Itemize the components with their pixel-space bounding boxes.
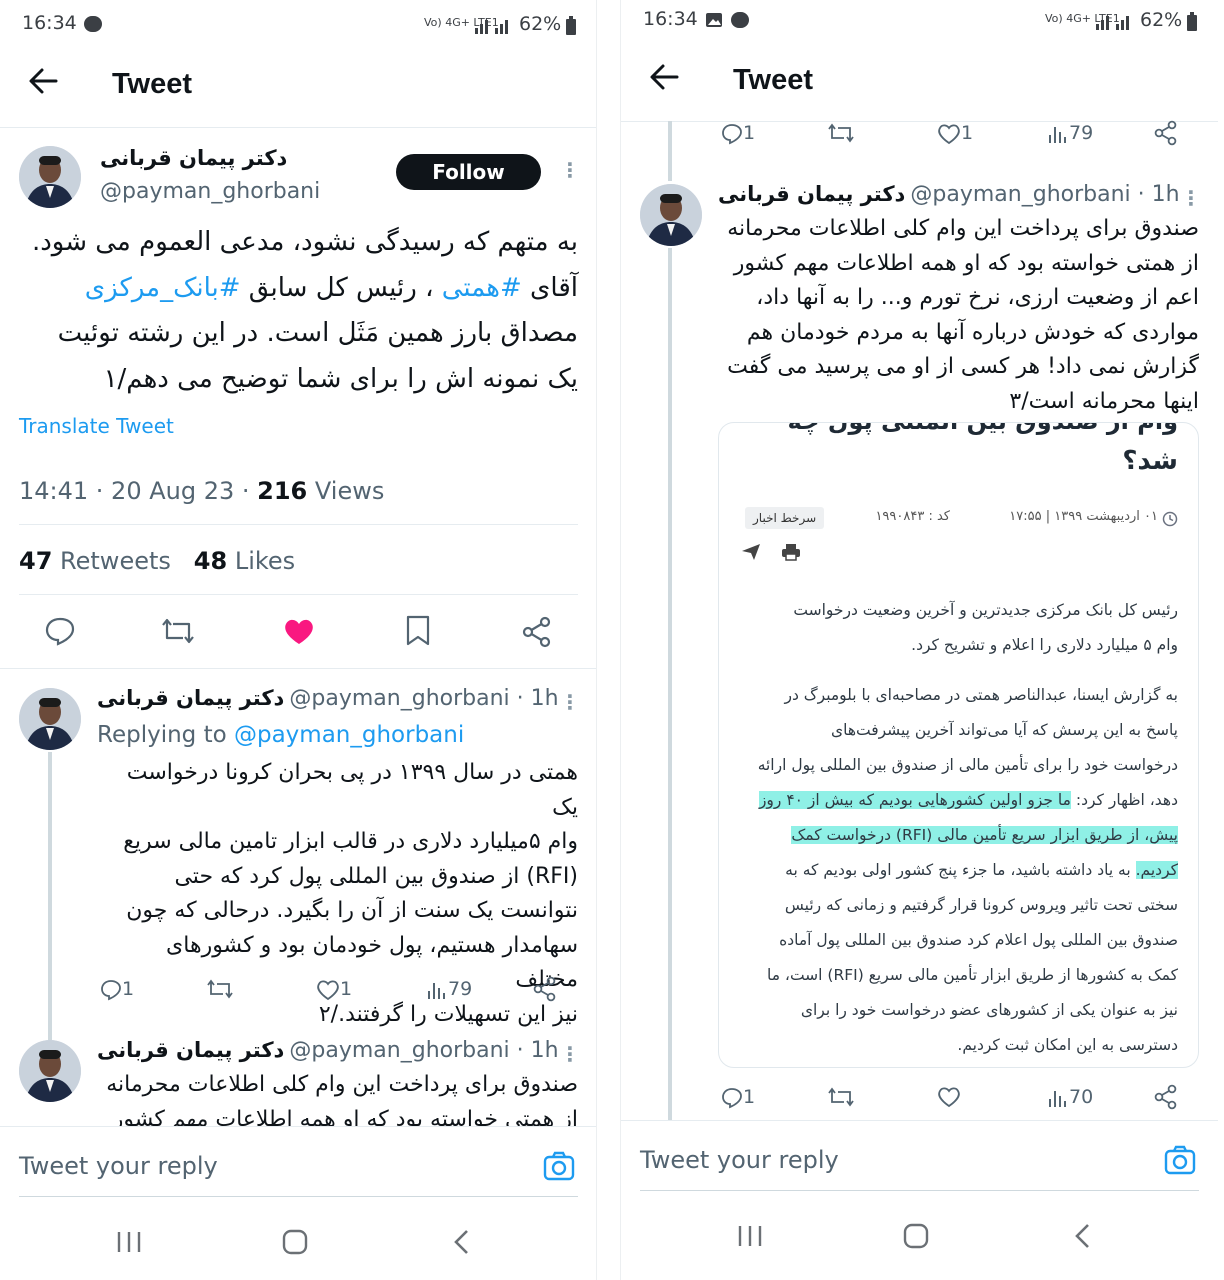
send-icon [741, 543, 761, 565]
author-name[interactable]: دکتر پیمان قربانی [97, 686, 284, 710]
page-title: Tweet [112, 68, 193, 100]
reply-text: صندوق برای پرداخت این وام کلی اطلاعات مح… [727, 216, 1199, 414]
recent-apps-icon[interactable] [737, 1223, 763, 1249]
chat-notification-icon [731, 12, 749, 28]
reply-composer [0, 1126, 596, 1280]
right-screen: 16:34 Vo) 4G+ LTE1 62% Tweet 1 1 79 دکتر… [621, 0, 1218, 1280]
reply-header: دکتر پیمان قربانی @payman_ghorbani · 1h [97, 1038, 559, 1063]
author-handle[interactable]: @payman_ghorbani · 1h [289, 686, 558, 711]
hashtag-link[interactable]: #بانک_مرکزی [85, 273, 241, 303]
reply-header: دکتر پیمان قربانی @payman_ghorbani · 1h [97, 686, 559, 711]
reply-composer [621, 1120, 1218, 1280]
tweet-text: به متهم که رسیدگی نشود، مدعی العموم می ش… [31, 227, 578, 394]
camera-icon[interactable] [542, 1150, 576, 1186]
reply-header: دکتر پیمان قربانی @payman_ghorbani · 1h [718, 182, 1180, 207]
reply-count[interactable]: 1 [100, 978, 134, 1001]
recent-apps-icon[interactable] [116, 1229, 142, 1255]
like-count[interactable]: 1 [937, 122, 973, 145]
highlighted-text: کردیم. [1135, 861, 1178, 879]
home-icon[interactable] [282, 1229, 308, 1255]
battery-icon [565, 16, 577, 40]
more-options-icon[interactable]: ⋮ [560, 690, 580, 714]
avatar[interactable] [640, 184, 702, 246]
hashtag-link[interactable]: #همتی [442, 273, 522, 303]
author-name[interactable]: دکتر پیمان قربانی [97, 1038, 284, 1062]
article-date: ۰۱ اردیبهشت ۱۳۹۹ | ۱۷:۵۵ [1009, 509, 1158, 524]
highlighted-text: ما جزو اولین کشورهایی بودیم که بیش از ۴۰… [758, 791, 1071, 809]
reply-text: صندوق برای پرداخت این وام کلی اطلاعات مح… [106, 1072, 578, 1126]
home-icon[interactable] [903, 1223, 929, 1249]
avatar[interactable] [19, 688, 81, 750]
highlighted-text: پیش، از طریق ابزار سریع تأمین مالی (RFI)… [791, 826, 1178, 844]
previous-tweet-actions: 1 1 79 [721, 120, 1191, 151]
translate-link[interactable]: Translate Tweet [19, 414, 174, 438]
views-count[interactable]: 70 [1047, 1086, 1093, 1109]
status-time: 16:34 [643, 8, 698, 30]
author-handle[interactable]: @payman_ghorbani · 1h [910, 182, 1179, 207]
signal-icon [1094, 12, 1134, 36]
like-filled-icon[interactable] [283, 617, 315, 645]
reply-actions: 1 1 79 [100, 976, 570, 1007]
author-handle[interactable]: @payman_ghorbani · 1h [289, 1038, 558, 1063]
views-count[interactable]: 79 [1047, 122, 1093, 145]
article-body: به گزارش ایسنا، عبدالناصر همتی در مصاحبه… [757, 686, 1178, 1054]
back-arrow-icon[interactable] [649, 62, 679, 97]
share-icon[interactable] [1153, 1084, 1179, 1115]
share-icon[interactable] [1153, 120, 1179, 151]
status-time: 16:34 [22, 12, 77, 34]
retweet-icon[interactable] [206, 978, 234, 1005]
reply-input[interactable]: Tweet your reply [640, 1146, 839, 1174]
more-options-icon[interactable]: ⋮ [560, 158, 580, 182]
like-icon[interactable] [937, 1086, 961, 1113]
reply-icon[interactable] [44, 616, 76, 646]
screen-divider [596, 0, 621, 1280]
print-icon [781, 543, 801, 565]
page-title: Tweet [733, 64, 814, 96]
gallery-notification-icon [705, 12, 723, 32]
clock-icon [1162, 511, 1178, 531]
more-options-icon[interactable]: ⋮ [1181, 186, 1201, 210]
camera-icon[interactable] [1163, 1144, 1197, 1180]
like-count[interactable]: 1 [316, 978, 352, 1001]
avatar[interactable] [19, 146, 81, 208]
retweet-icon[interactable] [161, 616, 195, 646]
battery-icon [1186, 12, 1198, 36]
signal-icon [473, 16, 513, 40]
article-headline: شد؟ [1122, 446, 1178, 476]
retweet-icon[interactable] [827, 1086, 855, 1113]
author-handle[interactable]: @payman_ghorbani [100, 179, 320, 204]
avatar[interactable] [19, 1040, 81, 1102]
tweet-meta: 14:41 · 20 Aug 23 · 216 Views [19, 477, 385, 505]
author-name[interactable]: دکتر پیمان قربانی [718, 182, 905, 206]
attached-image[interactable]: وام از صندوق بین المللی پول چه شد؟ ۰۱ ار… [718, 422, 1199, 1068]
engagement-stats[interactable]: 47 Retweets 48 Likes [19, 547, 295, 575]
mention-link[interactable]: @payman_ghorbani [234, 722, 464, 748]
share-icon[interactable] [521, 616, 553, 648]
retweet-icon[interactable] [827, 122, 855, 149]
article-tag: سرخط اخبار [745, 507, 825, 529]
replying-to: Replying to @payman_ghorbani [97, 722, 465, 748]
bookmark-icon[interactable] [404, 615, 432, 647]
article-headline-top: وام از صندوق بین المللی پول چه [738, 423, 1178, 441]
more-options-icon[interactable]: ⋮ [560, 1042, 580, 1066]
back-nav-icon[interactable] [451, 1228, 473, 1256]
reply-count[interactable]: 1 [721, 1086, 755, 1109]
left-screen: 16:34 Vo) 4G+ LTE1 62% Tweet دکتر پیمان … [0, 0, 596, 1280]
chat-notification-icon [84, 16, 102, 32]
article-code: کد : ۱۹۹۰۸۴۳ [875, 509, 950, 524]
share-icon[interactable] [532, 976, 558, 1007]
article-lead: رئیس کل بانک مرکزی جدیدترین و آخرین وضعی… [793, 601, 1178, 654]
battery-percent: 62% [519, 13, 562, 35]
reply-input[interactable]: Tweet your reply [19, 1152, 218, 1180]
battery-percent: 62% [1140, 9, 1183, 31]
reply-count[interactable]: 1 [721, 122, 755, 145]
back-arrow-icon[interactable] [28, 66, 58, 101]
back-nav-icon[interactable] [1072, 1222, 1094, 1250]
follow-button[interactable]: Follow [396, 154, 541, 190]
views-count[interactable]: 79 [426, 978, 472, 1001]
tweet-actions: 1 70 [721, 1084, 1191, 1115]
author-name[interactable]: دکتر پیمان قربانی [100, 146, 287, 170]
